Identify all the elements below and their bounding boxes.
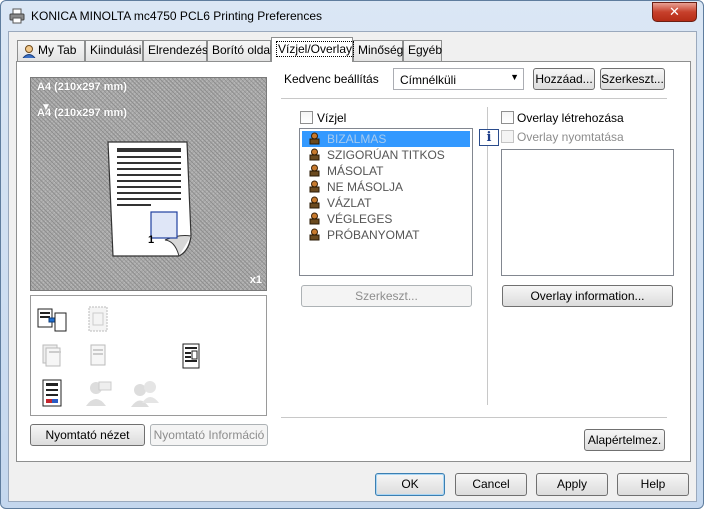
tab-minoseg[interactable]: Minőség	[353, 40, 403, 61]
add-favorite-label: Hozzáad...	[535, 72, 593, 86]
watermark-edit-button[interactable]: Szerkeszt...	[301, 285, 472, 307]
cancel-label: Cancel	[472, 477, 510, 491]
list-item-label: BIZALMAS	[327, 132, 387, 146]
list-item[interactable]: MÁSOLAT	[302, 163, 470, 179]
defaults-button[interactable]: Alapértelmez.	[584, 429, 665, 451]
page-layout-icon	[88, 306, 108, 332]
tab-kiindulasi-label: Kiindulási	[90, 43, 142, 57]
output-paper-size: A4 (210x297 mm)	[37, 107, 127, 119]
title-bar: KONICA MINOLTA mc4750 PCL6 Printing Pref…	[1, 1, 703, 31]
overlay-print-checkbox[interactable]	[501, 130, 514, 143]
tab-egyeb[interactable]: Egyéb	[403, 40, 442, 61]
chevron-down-icon: ▼	[510, 72, 519, 82]
help-button[interactable]: Help	[617, 473, 689, 496]
overlay-print-label: Overlay nyomtatása	[517, 130, 624, 144]
apply-button[interactable]: Apply	[536, 473, 608, 496]
watermark-stamp-icon	[309, 164, 320, 177]
list-item[interactable]: BIZALMAS	[302, 131, 470, 147]
overlay-information-button[interactable]: Overlay information...	[502, 285, 673, 307]
stapled-copies-icon	[42, 344, 61, 367]
info-icon[interactable]: i	[479, 129, 499, 146]
favorites-select[interactable]: Címnélküli ▼	[393, 68, 524, 90]
function-icon-panel	[30, 295, 267, 416]
printer-output-icon	[37, 308, 67, 332]
window-title: KONICA MINOLTA mc4750 PCL6 Printing Pref…	[31, 9, 323, 23]
edit-favorite-label: Szerkeszt...	[601, 72, 664, 86]
list-item-label: SZIGORÚAN TITKOS	[327, 148, 445, 162]
printing-preferences-window: KONICA MINOLTA mc4750 PCL6 Printing Pref…	[0, 0, 704, 509]
tab-kiindulasi[interactable]: Kiindulási	[85, 40, 143, 61]
close-icon: ✕	[669, 4, 680, 19]
list-item[interactable]: SZIGORÚAN TITKOS	[302, 147, 470, 163]
watermark-stamp-icon	[309, 132, 320, 145]
account-track-icon	[131, 381, 159, 407]
tab-borito-oldal-label: Borító oldal	[212, 43, 273, 57]
list-item-label: VÁZLAT	[327, 196, 372, 210]
overlay-information-label: Overlay information...	[530, 289, 645, 303]
printer-icon	[9, 8, 25, 24]
separator-vertical	[487, 107, 488, 405]
watermark-stamp-icon	[309, 228, 320, 241]
list-item[interactable]: PRÓBANYOMAT	[302, 227, 470, 243]
printer-view-label: Nyomtató nézet	[45, 428, 130, 442]
print-preview: A4 (210x297 mm) ▼ A4 (210x297 mm) 1 x1	[30, 77, 267, 291]
list-item-label: NE MÁSOLJA	[327, 180, 404, 194]
list-item-label: PRÓBANYOMAT	[327, 228, 420, 242]
apply-label: Apply	[556, 477, 588, 491]
tab-elrendezes-label: Elrendezés	[148, 43, 209, 57]
favorites-label: Kedvenc beállítás	[284, 72, 379, 86]
tab-minoseg-label: Minőség	[358, 43, 404, 57]
favorites-value: Címnélküli	[400, 73, 457, 87]
person-icon	[22, 45, 36, 58]
ok-button[interactable]: OK	[375, 473, 445, 496]
overlay-create-label: Overlay létrehozása	[517, 111, 624, 125]
tab-elrendezes[interactable]: Elrendezés	[143, 40, 209, 61]
add-favorite-button[interactable]: Hozzáad...	[533, 68, 595, 90]
watermark-stamp-icon	[309, 196, 320, 209]
tab-my-tab[interactable]: My Tab	[17, 40, 85, 61]
watermark-page-icon	[182, 343, 200, 369]
copies-count: x1	[249, 274, 262, 286]
list-item[interactable]: NE MÁSOLJA	[302, 179, 470, 195]
close-button[interactable]: ✕	[652, 2, 697, 22]
tab-vizjel-overlay-label: Vízjel/Overlay	[276, 41, 355, 57]
overlay-preview-box	[501, 149, 674, 276]
user-auth-icon	[86, 381, 112, 406]
info-icon-glyph: i	[486, 130, 492, 145]
tab-egyeb-label: Egyéb	[408, 43, 443, 57]
overlay-create-checkbox[interactable]	[501, 111, 514, 124]
separator-bottom	[281, 417, 667, 418]
tab-vizjel-overlay[interactable]: Vízjel/Overlay	[271, 37, 355, 62]
separator-top	[281, 98, 667, 99]
watermark-checkbox-label: Vízjel	[317, 111, 347, 125]
list-item[interactable]: VÁZLAT	[302, 195, 470, 211]
printer-info-label: Nyomtató Információ	[153, 428, 265, 442]
watermark-checkbox[interactable]	[300, 111, 313, 124]
defaults-label: Alapértelmez.	[587, 433, 662, 447]
list-item[interactable]: VÉGLEGES	[302, 211, 470, 227]
page-number: 1	[148, 234, 155, 246]
single-copy-icon	[90, 344, 106, 366]
help-label: Help	[640, 477, 666, 491]
tab-my-tab-label: My Tab	[38, 43, 77, 57]
list-item-label: VÉGLEGES	[327, 212, 393, 226]
watermark-stamp-icon	[309, 212, 320, 225]
cancel-button[interactable]: Cancel	[455, 473, 527, 496]
tab-borito-oldal[interactable]: Borító oldal	[207, 40, 273, 61]
printer-info-button[interactable]: Nyomtató Információ	[150, 424, 268, 446]
edit-favorite-button[interactable]: Szerkeszt...	[600, 68, 665, 90]
list-item-label: MÁSOLAT	[327, 164, 384, 178]
color-page-icon	[42, 379, 62, 407]
original-paper-size: A4 (210x297 mm)	[37, 81, 127, 93]
watermark-stamp-icon	[309, 180, 320, 193]
ok-label: OK	[401, 477, 419, 491]
watermark-list[interactable]: BIZALMAS SZIGORÚAN TITKOS MÁSOLAT NE MÁS…	[299, 128, 473, 276]
watermark-edit-label: Szerkeszt...	[355, 289, 418, 303]
watermark-stamp-icon	[309, 148, 320, 161]
printer-view-button[interactable]: Nyomtató nézet	[30, 424, 145, 446]
